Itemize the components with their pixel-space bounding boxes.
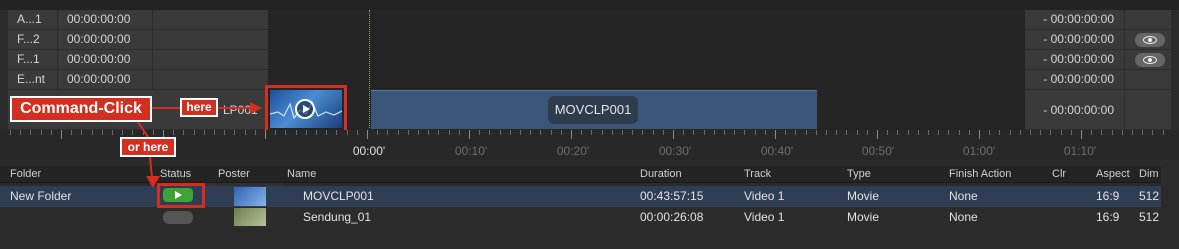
here-callout: here — [180, 98, 218, 117]
or-here-callout: or here — [120, 137, 176, 157]
annotation-arrows — [137, 102, 262, 188]
command-click-callout: Command-Click — [10, 96, 152, 122]
